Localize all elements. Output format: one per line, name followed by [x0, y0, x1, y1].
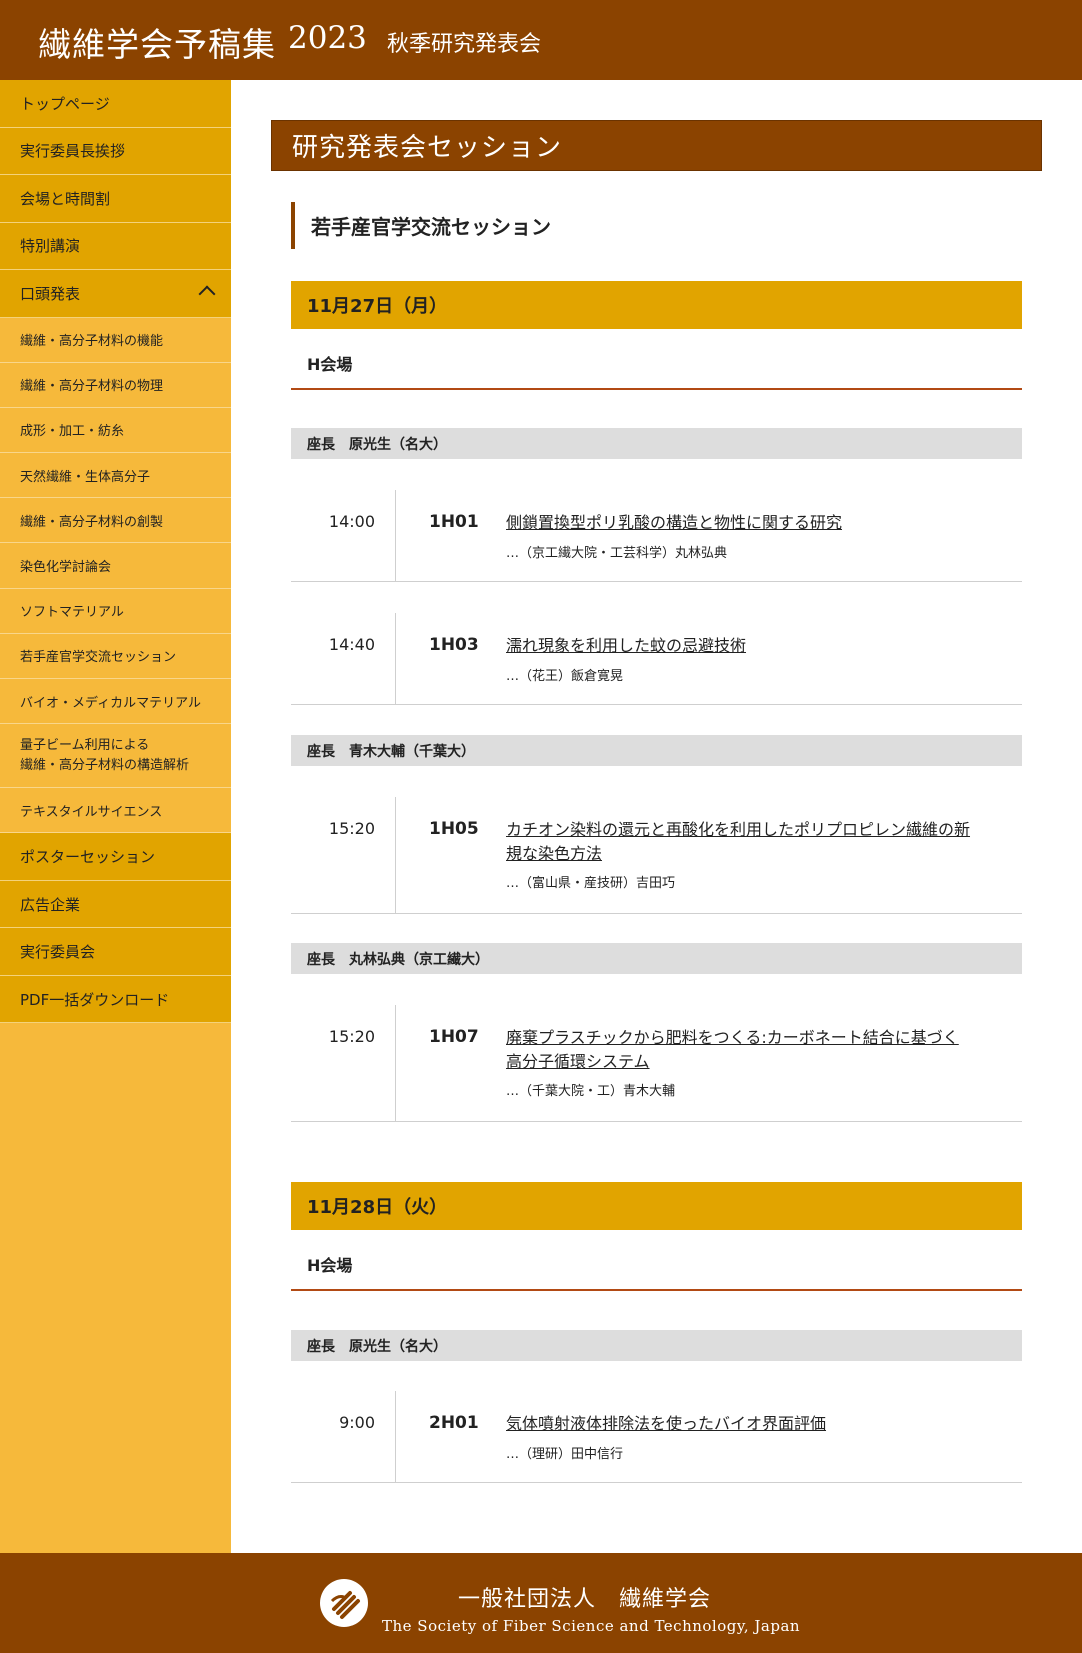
divider [395, 1391, 396, 1482]
presentation-code: 2H01 [429, 1413, 479, 1433]
sidebar-item-oral[interactable]: 口頭発表 [0, 270, 231, 318]
sidebar-item-greeting[interactable]: 実行委員長挨拶 [0, 127, 231, 175]
table-row: 15:20 1H05 カチオン染料の還元と再酸化を利用したポリプロピレン繊維の新… [291, 797, 1022, 914]
presentation-code: 1H01 [429, 512, 479, 532]
society-name-jp: 一般社団法人 繊維学会 [458, 1587, 712, 1612]
presentation-time: 14:40 [328, 635, 375, 654]
sidebar-item-label: ポスターセッション [20, 848, 156, 867]
presentation-author: …（千葉大院・工）青木大輔 [506, 1084, 676, 1099]
chair-label: 座長 原光生（名大） [291, 1330, 1022, 1361]
page-title: 研究発表会セッション [271, 120, 1042, 171]
sidebar-item-label: 口頭発表 [20, 284, 81, 303]
table-row: 14:00 1H01 側鎖置換型ポリ乳酸の構造と物性に関する研究 …（京工繊大院… [291, 490, 1022, 582]
sidebar-item-pdf-download[interactable]: PDF一括ダウンロード [0, 975, 231, 1024]
sidebar-item-label: 広告企業 [20, 895, 81, 914]
day-header: 11月27日（月） [291, 281, 1022, 329]
presentation-code: 1H03 [429, 635, 479, 655]
table-row: 9:00 2H01 気体噴射液体排除法を使ったバイオ界面評価 …（理研）田中信行 [291, 1391, 1022, 1483]
sidebar-item-top[interactable]: トップページ [0, 80, 231, 128]
divider [395, 613, 396, 704]
chevron-up-icon[interactable] [198, 285, 216, 303]
sidebar-item-committee[interactable]: 実行委員会 [0, 928, 231, 976]
sidebar-subitem[interactable]: 染色化学討論会 [0, 543, 231, 589]
presentation-author: …（花王）飯倉寛晃 [506, 669, 624, 684]
presentation-time: 9:00 [339, 1413, 375, 1432]
sidebar-item-ads[interactable]: 広告企業 [0, 880, 231, 929]
presentation-code: 1H05 [429, 819, 479, 839]
table-row: 15:20 1H07 廃棄プラスチックから肥料をつくる:カーボネート結合に基づく… [291, 1005, 1022, 1122]
sidebar-subitem-label: 若手産官学交流セッション [20, 650, 177, 666]
presentation-code: 1H07 [429, 1027, 479, 1047]
presentation-time: 15:20 [328, 819, 375, 838]
society-logo-icon [320, 1579, 368, 1627]
sidebar-item-label: 実行委員長挨拶 [20, 142, 126, 161]
sidebar-item-special-lecture[interactable]: 特別講演 [0, 222, 231, 270]
site-footer: 一般社団法人 繊維学会 The Society of Fiber Science… [0, 1553, 1082, 1653]
sidebar-subitem-label: 染色化学討論会 [20, 560, 112, 576]
sidebar-subitem-label: 成形・加工・紡糸 [20, 424, 125, 440]
sidebar-subitem[interactable]: 繊維・高分子材料の機能 [0, 317, 231, 363]
chair-label: 座長 青木大輔（千葉大） [291, 735, 1022, 766]
sidebar-subitem-label: 天然繊維・生体高分子 [20, 469, 151, 485]
presentation-time: 15:20 [328, 1027, 375, 1046]
sidebar-subitem-label: テキスタイルサイエンス [20, 804, 163, 820]
room-label: H会場 [291, 1239, 1022, 1291]
session-title: 若手産官学交流セッション [291, 202, 551, 249]
divider [395, 490, 396, 581]
site-year: 2023 [288, 20, 367, 56]
sidebar-item-label: トップページ [20, 94, 110, 113]
presentation-title-link[interactable]: 廃棄プラスチックから肥料をつくる:カーボネート結合に基づく高分子循環システム [506, 1026, 971, 1074]
sidebar-subitem-label: 繊維・高分子材料の創製 [20, 514, 164, 530]
sidebar-subitem[interactable]: 繊維・高分子材料の創製 [0, 498, 231, 544]
sidebar-subitem-label: ソフトマテリアル [20, 605, 124, 621]
sidebar-subitem[interactable]: 天然繊維・生体高分子 [0, 453, 231, 499]
sidebar-item-poster[interactable]: ポスターセッション [0, 833, 231, 881]
sidebar-item-label: 実行委員会 [20, 943, 96, 962]
sidebar-subitem[interactable]: 繊維・高分子材料の物理 [0, 362, 231, 408]
sidebar-item-label: 会場と時間割 [20, 189, 111, 208]
sidebar-subitem-label: 繊維・高分子材料の物理 [20, 379, 164, 395]
site-event: 秋季研究発表会 [387, 32, 542, 57]
presentation-author: …（京工繊大院・工芸科学）丸林弘典 [506, 546, 728, 561]
sidebar-item-label: 特別講演 [20, 237, 81, 256]
sidebar-subitem[interactable]: 量子ビーム利用による繊維・高分子材料の構造解析 [0, 724, 231, 789]
site-header: 繊維学会予稿集 2023 秋季研究発表会 [0, 0, 1082, 80]
chair-label: 座長 原光生（名大） [291, 428, 1022, 459]
chair-label: 座長 丸林弘典（京工繊大） [291, 943, 1022, 974]
sidebar-nav: トップページ 実行委員長挨拶 会場と時間割 特別講演 口頭発表 繊維・高分子材料… [0, 80, 231, 1553]
sidebar-item-label: PDF一括ダウンロード [20, 990, 170, 1009]
presentation-title-link[interactable]: 濡れ現象を利用した蚊の忌避技術 [506, 634, 971, 658]
sidebar-subitem[interactable]: テキスタイルサイエンス [0, 788, 231, 834]
society-name-en: The Society of Fiber Science and Technol… [382, 1617, 801, 1635]
sidebar-subitem-label: 量子ビーム利用による [20, 737, 150, 753]
sidebar-subitem-current[interactable]: 若手産官学交流セッション [0, 633, 231, 679]
room-label: H会場 [291, 338, 1022, 390]
sidebar-subitem-label: 繊維・高分子材料の機能 [20, 334, 164, 350]
sidebar-item-venue[interactable]: 会場と時間割 [0, 175, 231, 223]
presentation-author: …（富山県・産技研）吉田巧 [506, 876, 676, 891]
presentation-title-link[interactable]: 気体噴射液体排除法を使ったバイオ界面評価 [506, 1412, 971, 1436]
divider [395, 797, 396, 913]
presentation-author: …（理研）田中信行 [506, 1447, 624, 1462]
presentation-time: 14:00 [328, 512, 375, 531]
divider [395, 1005, 396, 1121]
sidebar-subitem[interactable]: バイオ・メディカルマテリアル [0, 679, 231, 725]
sidebar-subitem[interactable]: ソフトマテリアル [0, 588, 231, 634]
site-title[interactable]: 繊維学会予稿集 [38, 18, 276, 66]
day-header: 11月28日（火） [291, 1182, 1022, 1230]
sidebar-subitem-label: バイオ・メディカルマテリアル [20, 695, 201, 711]
sidebar-subitem[interactable]: 成形・加工・紡糸 [0, 407, 231, 454]
table-row: 14:40 1H03 濡れ現象を利用した蚊の忌避技術 …（花王）飯倉寛晃 [291, 613, 1022, 705]
sidebar-subitem-label: 繊維・高分子材料の構造解析 [20, 757, 190, 773]
presentation-title-link[interactable]: カチオン染料の還元と再酸化を利用したポリプロピレン繊維の新規な染色方法 [506, 818, 971, 866]
presentation-title-link[interactable]: 側鎖置換型ポリ乳酸の構造と物性に関する研究 [506, 511, 971, 535]
